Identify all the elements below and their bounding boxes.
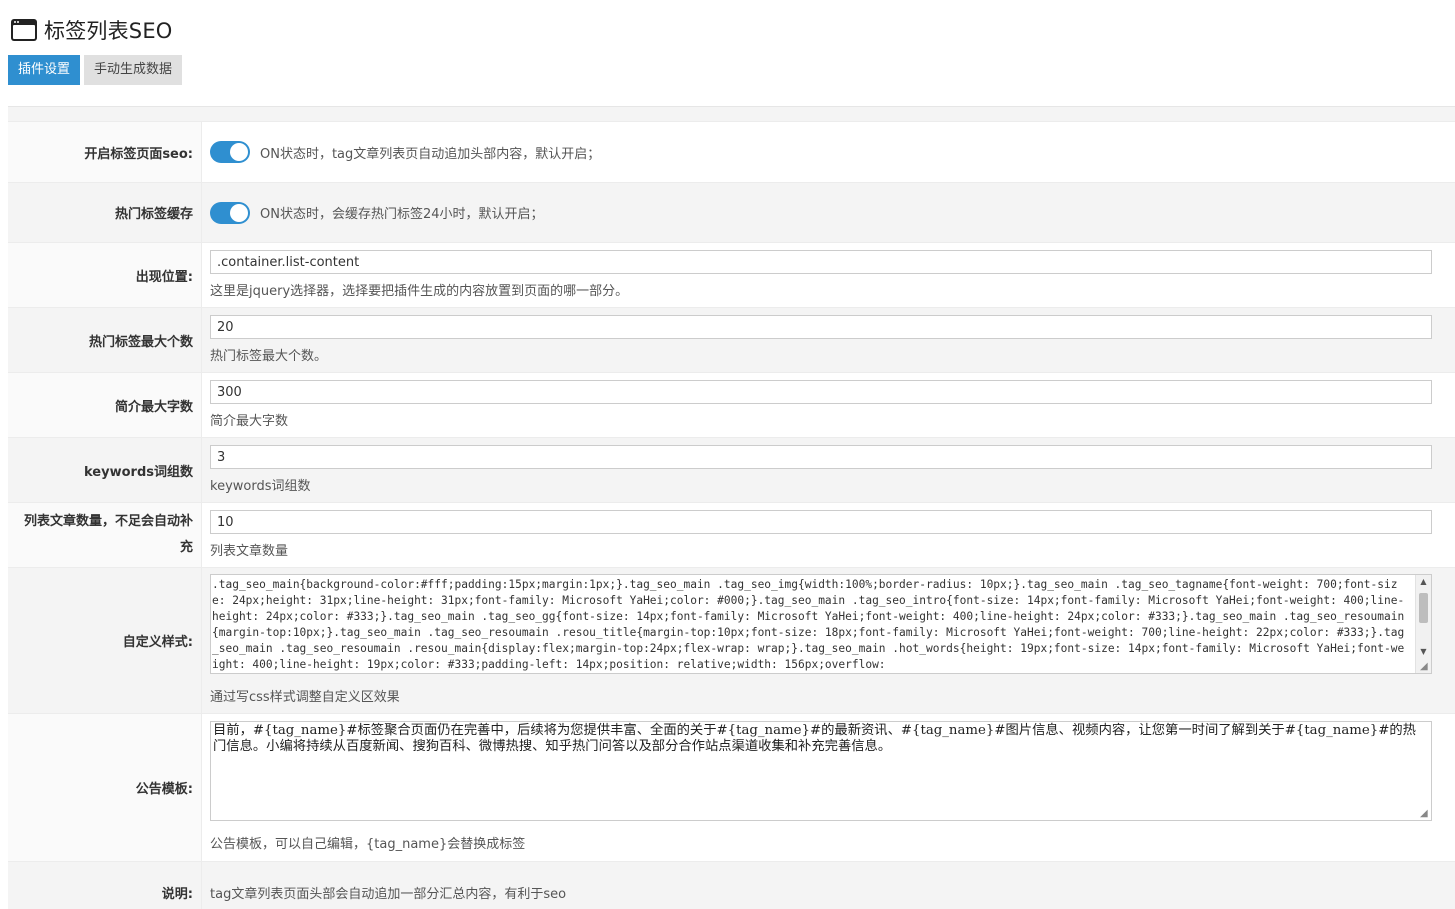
tab-manual-generate[interactable]: 手动生成数据 xyxy=(84,55,183,85)
seo-toggle-desc: ON状态时，tag文章列表页自动追加头部内容，默认开启； xyxy=(260,146,601,162)
list-count-input[interactable] xyxy=(210,510,1432,534)
form-top-spacer xyxy=(8,107,1455,121)
notice-textarea[interactable]: 目前，#{tag_name}#标签聚合页面仍在完善中，后续将为您提供丰富、全面的… xyxy=(210,721,1432,821)
seo-toggle-label: 开启标签页面seo: xyxy=(8,122,201,182)
hot-max-help: 热门标签最大个数。 xyxy=(210,349,328,364)
settings-form: 开启标签页面seo: ON状态时，tag文章列表页自动追加头部内容，默认开启； … xyxy=(8,106,1455,909)
row-hot-max: 热门标签最大个数 热门标签最大个数。 xyxy=(8,307,1455,372)
hot-max-label: 热门标签最大个数 xyxy=(8,308,201,372)
row-seo-toggle: 开启标签页面seo: ON状态时，tag文章列表页自动追加头部内容，默认开启； xyxy=(8,121,1455,182)
notice-help: 公告模板，可以自己编辑，{tag_name}会替换成标签 xyxy=(210,837,526,852)
notice-content[interactable]: 目前，#{tag_name}#标签聚合页面仍在完善中，后续将为您提供丰富、全面的… xyxy=(211,722,1431,756)
page-title: 标签列表SEO xyxy=(44,19,173,43)
cache-toggle-desc: ON状态时，会缓存热门标签24小时，默认开启； xyxy=(260,207,544,222)
row-cache-toggle: 热门标签缓存 ON状态时，会缓存热门标签24小时，默认开启； xyxy=(8,182,1455,242)
css-scrollbar[interactable]: ▲ ▼ xyxy=(1415,575,1431,673)
row-custom-css: 自定义样式: .tag_seo_main{background-color:#f… xyxy=(8,567,1455,713)
window-icon xyxy=(11,19,37,41)
resize-handle-icon[interactable]: ◢ xyxy=(1420,662,1430,672)
custom-css-content[interactable]: .tag_seo_main{background-color:#fff;padd… xyxy=(211,575,1431,673)
hot-max-input[interactable] xyxy=(210,315,1432,339)
keywords-label: keywords词组数 xyxy=(8,438,201,502)
intro-max-label: 简介最大字数 xyxy=(8,373,201,437)
tab-plugin-settings[interactable]: 插件设置 xyxy=(8,55,81,85)
row-intro-max: 简介最大字数 简介最大字数 xyxy=(8,372,1455,437)
scroll-up-icon[interactable]: ▲ xyxy=(1416,575,1431,589)
keywords-help: keywords词组数 xyxy=(210,479,311,494)
position-input[interactable] xyxy=(210,250,1432,274)
intro-max-help: 简介最大字数 xyxy=(210,414,289,429)
notice-label: 公告模板: xyxy=(8,714,201,861)
seo-toggle-switch[interactable] xyxy=(210,141,250,163)
cache-toggle-label: 热门标签缓存 xyxy=(8,183,201,242)
custom-css-help: 通过写css样式调整自定义区效果 xyxy=(210,690,400,705)
scroll-thumb[interactable] xyxy=(1419,593,1428,623)
tab-bar: 插件设置 手动生成数据 xyxy=(8,55,186,85)
info-text: tag文章列表页面头部会自动追加一部分汇总内容，有利于seo xyxy=(210,886,567,902)
row-notice: 公告模板: 目前，#{tag_name}#标签聚合页面仍在完善中，后续将为您提供… xyxy=(8,713,1455,861)
keywords-input[interactable] xyxy=(210,445,1432,469)
scroll-down-icon[interactable]: ▼ xyxy=(1416,645,1431,659)
custom-css-textarea[interactable]: .tag_seo_main{background-color:#fff;padd… xyxy=(210,574,1432,674)
row-info: 说明: tag文章列表页面头部会自动追加一部分汇总内容，有利于seo xyxy=(8,861,1455,909)
resize-handle-icon[interactable]: ◢ xyxy=(1420,809,1430,819)
custom-css-label: 自定义样式: xyxy=(8,568,201,713)
row-keywords: keywords词组数 keywords词组数 xyxy=(8,437,1455,502)
row-list-count: 列表文章数量，不足会自动补充 列表文章数量 xyxy=(8,502,1455,567)
toggle-knob xyxy=(230,203,248,222)
position-label: 出现位置: xyxy=(8,243,201,307)
toggle-knob xyxy=(230,143,248,161)
cache-toggle-switch[interactable] xyxy=(210,201,250,224)
info-label: 说明: xyxy=(8,862,201,909)
list-count-label: 列表文章数量，不足会自动补充 xyxy=(8,503,201,567)
row-position: 出现位置: 这里是jquery选择器，选择要把插件生成的内容放置到页面的哪一部分… xyxy=(8,242,1455,307)
position-help: 这里是jquery选择器，选择要把插件生成的内容放置到页面的哪一部分。 xyxy=(210,284,629,299)
intro-max-input[interactable] xyxy=(210,380,1432,404)
title-bar: 标签列表SEO xyxy=(10,14,173,46)
list-count-help: 列表文章数量 xyxy=(210,544,289,559)
